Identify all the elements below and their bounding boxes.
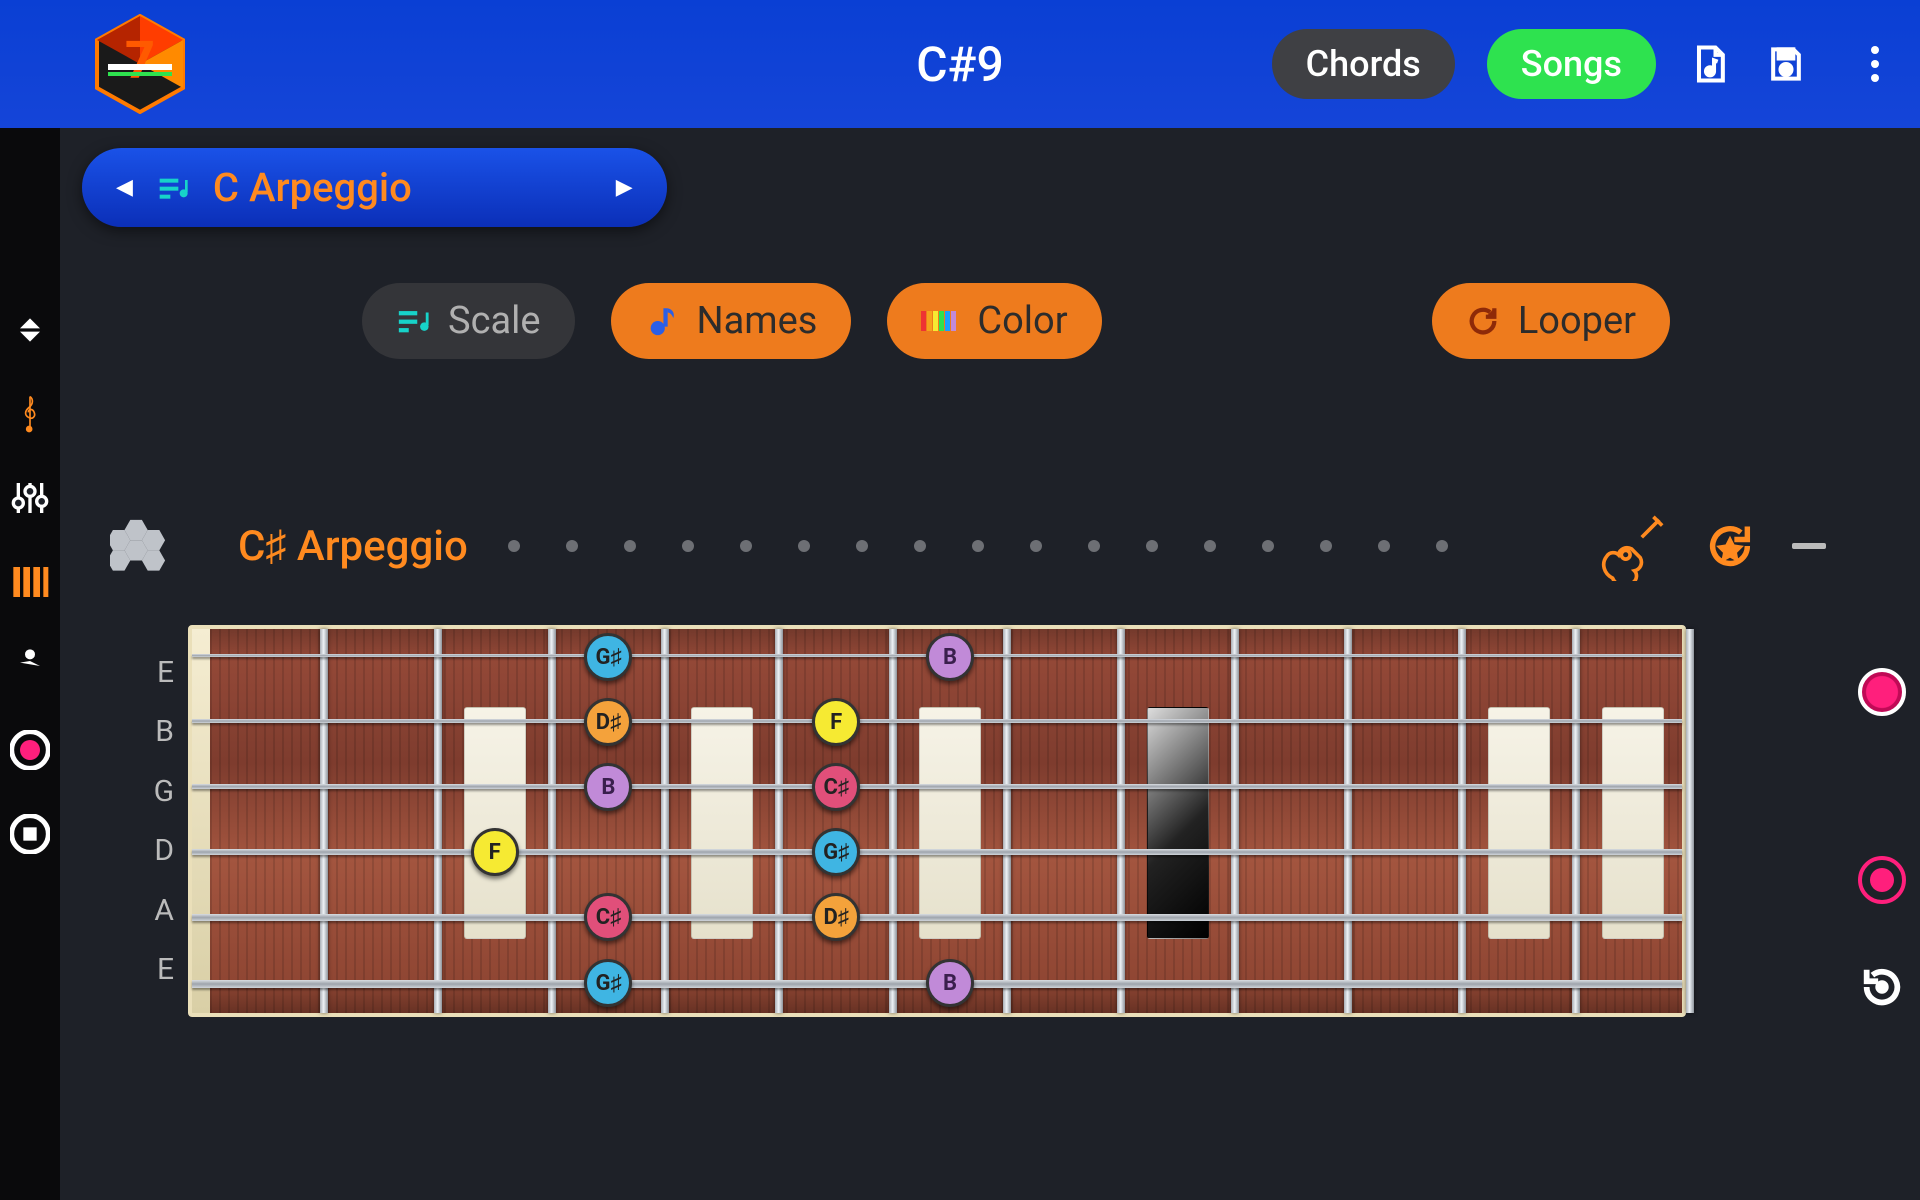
color-label: Color xyxy=(977,299,1067,343)
fret-note[interactable]: G♯ xyxy=(812,828,860,876)
undo-icon[interactable] xyxy=(1859,964,1905,1010)
fret-note[interactable]: G♯ xyxy=(584,959,632,1007)
scale-label: Scale xyxy=(448,299,541,343)
music-file-icon[interactable] xyxy=(1688,42,1732,86)
scale-button[interactable]: Scale xyxy=(362,283,575,359)
sidebar-left xyxy=(0,128,60,1200)
svg-text:7: 7 xyxy=(125,30,155,91)
looper-button[interactable]: Looper xyxy=(1432,283,1670,359)
chords-button[interactable]: Chords xyxy=(1272,29,1455,99)
string-label: D xyxy=(120,822,188,880)
prev-icon[interactable]: ◀ xyxy=(116,175,133,200)
fret-note[interactable]: F xyxy=(471,828,519,876)
string-label: A xyxy=(120,881,188,939)
main-panel: ◀ C Arpeggio ▶ Scale xyxy=(60,128,1920,1200)
fret-note[interactable]: B xyxy=(926,633,974,681)
string-labels: E B G D A E xyxy=(120,625,188,1017)
stop-icon[interactable] xyxy=(8,812,52,856)
fret-note[interactable]: D♯ xyxy=(812,893,860,941)
replay-star-icon[interactable] xyxy=(1704,520,1756,572)
minimize-icon[interactable] xyxy=(1792,543,1826,549)
record-icon[interactable] xyxy=(8,728,52,772)
expand-collapse-icon[interactable] xyxy=(8,308,52,352)
string-label: B xyxy=(120,703,188,761)
sidebar-right xyxy=(1858,668,1906,1010)
loop-icon xyxy=(1466,304,1500,338)
names-button[interactable]: Names xyxy=(611,283,852,359)
app-logo: 7 xyxy=(80,14,200,114)
fret-position-dots[interactable] xyxy=(508,540,1448,552)
guitar-icon[interactable] xyxy=(1598,511,1668,581)
fret-note[interactable]: C♯ xyxy=(584,893,632,941)
fret-note[interactable]: B xyxy=(584,763,632,811)
treble-clef-icon[interactable] xyxy=(8,392,52,436)
fret-note[interactable]: B xyxy=(926,959,974,1007)
string-label: E xyxy=(120,941,188,999)
fret-note[interactable]: C♯ xyxy=(812,763,860,811)
next-icon[interactable]: ▶ xyxy=(616,175,633,200)
string-label: G xyxy=(120,762,188,820)
overflow-menu-icon[interactable] xyxy=(1860,42,1890,86)
arpeggio-selector[interactable]: ◀ C Arpeggio ▶ xyxy=(82,148,667,227)
hex-cluster-icon[interactable] xyxy=(110,517,168,575)
record-button[interactable] xyxy=(1858,668,1906,716)
color-bars-icon xyxy=(921,306,959,336)
string-label: E xyxy=(120,643,188,701)
sequence-icon xyxy=(157,172,189,204)
save-icon[interactable] xyxy=(1764,42,1808,86)
color-button[interactable]: Color xyxy=(887,283,1101,359)
fret-note[interactable]: F xyxy=(812,698,860,746)
sliders-icon[interactable] xyxy=(8,476,52,520)
fret-note[interactable]: G♯ xyxy=(584,633,632,681)
note-icon xyxy=(645,304,679,338)
record-button-alt[interactable] xyxy=(1858,856,1906,904)
conductor-icon[interactable] xyxy=(8,644,52,688)
names-label: Names xyxy=(697,299,818,343)
looper-label: Looper xyxy=(1518,299,1636,343)
arpeggio-selector-label: C Arpeggio xyxy=(213,164,412,211)
sequence-icon xyxy=(396,304,430,338)
app-header: 7 C#9 Chords Songs xyxy=(0,0,1920,128)
fret-note[interactable]: D♯ xyxy=(584,698,632,746)
songs-button[interactable]: Songs xyxy=(1487,29,1656,99)
fretboard[interactable]: G♯ B D♯ F B C♯ F G♯ C♯ D♯ G♯ B xyxy=(188,625,1686,1017)
piano-icon[interactable] xyxy=(8,560,52,604)
chord-title: C#9 xyxy=(916,36,1004,93)
fretboard-title: C♯ Arpeggio xyxy=(238,522,468,571)
